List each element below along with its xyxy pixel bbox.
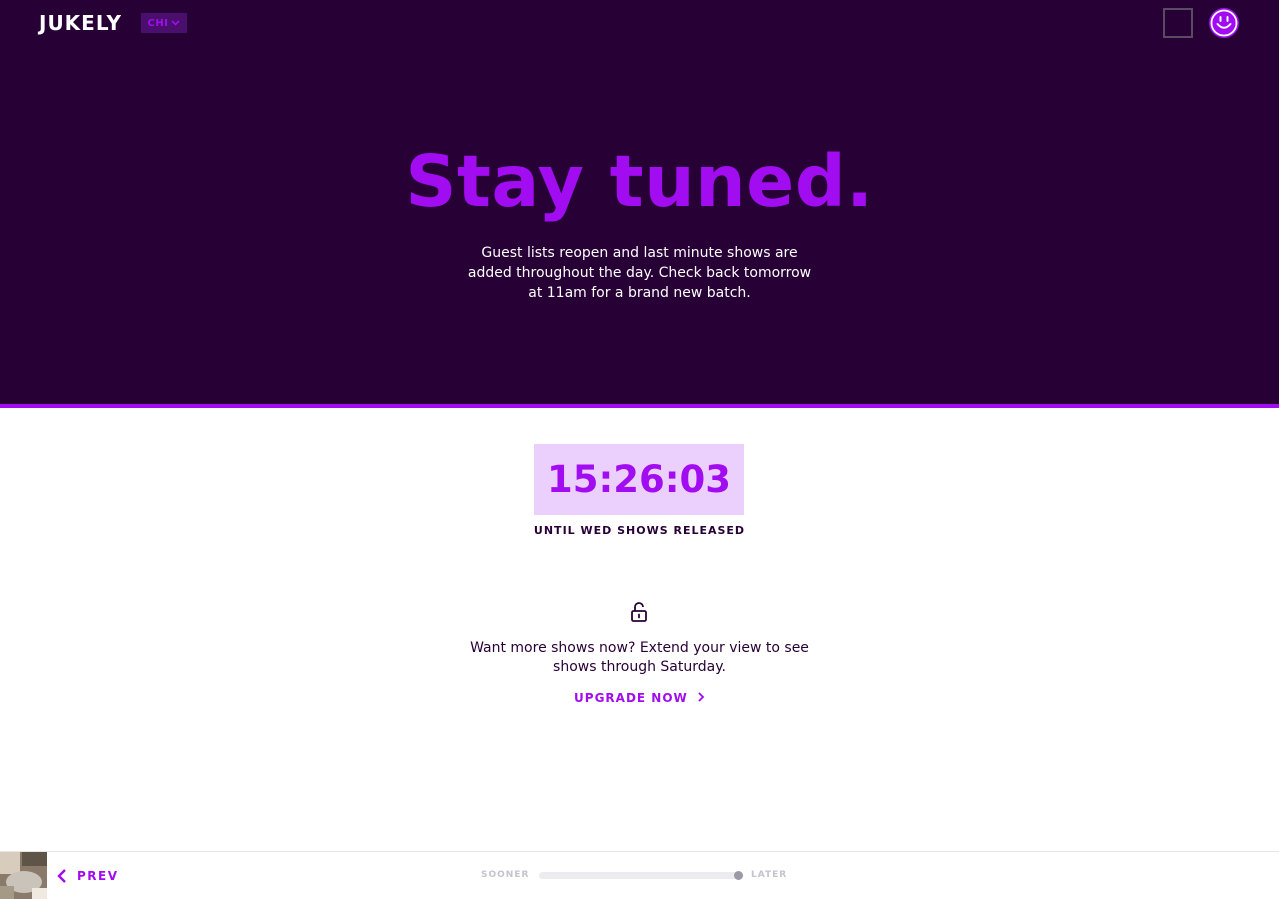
upgrade-now-label: UPGRADE NOW xyxy=(574,691,688,705)
jukely-logo[interactable]: JUKELY xyxy=(39,11,122,35)
chevron-right-icon xyxy=(698,692,705,702)
countdown-timer: 15:26:03 xyxy=(534,444,744,515)
show-thumbnail[interactable] xyxy=(0,852,47,899)
chevron-down-icon xyxy=(171,20,181,26)
city-label: CHI xyxy=(147,17,169,29)
sooner-label: SOONER xyxy=(481,870,530,880)
upgrade-description: Want more shows now? Extend your view to… xyxy=(470,640,809,675)
unlock-icon xyxy=(631,602,647,622)
prev-button[interactable]: PREV xyxy=(57,866,119,886)
countdown-label: UNTIL WED SHOWS RELEASED xyxy=(533,524,746,537)
timeline-slider-handle[interactable] xyxy=(734,871,743,880)
upgrade-now-link[interactable]: UPGRADE NOW xyxy=(0,691,1279,705)
prev-label: PREV xyxy=(77,869,119,883)
chevron-left-icon xyxy=(57,869,66,883)
hero-divider xyxy=(0,404,1279,408)
smiley-icon[interactable] xyxy=(1209,8,1239,38)
bottom-bar: PREV SOONER LATER xyxy=(0,851,1279,899)
hero-title: Stay tuned. xyxy=(405,140,874,223)
menu-button[interactable] xyxy=(1163,8,1193,38)
timeline-slider[interactable] xyxy=(539,872,743,879)
later-label: LATER xyxy=(751,870,788,880)
city-selector[interactable]: CHI xyxy=(141,13,187,33)
hero-description: Guest lists reopen and last minute shows… xyxy=(467,245,812,301)
